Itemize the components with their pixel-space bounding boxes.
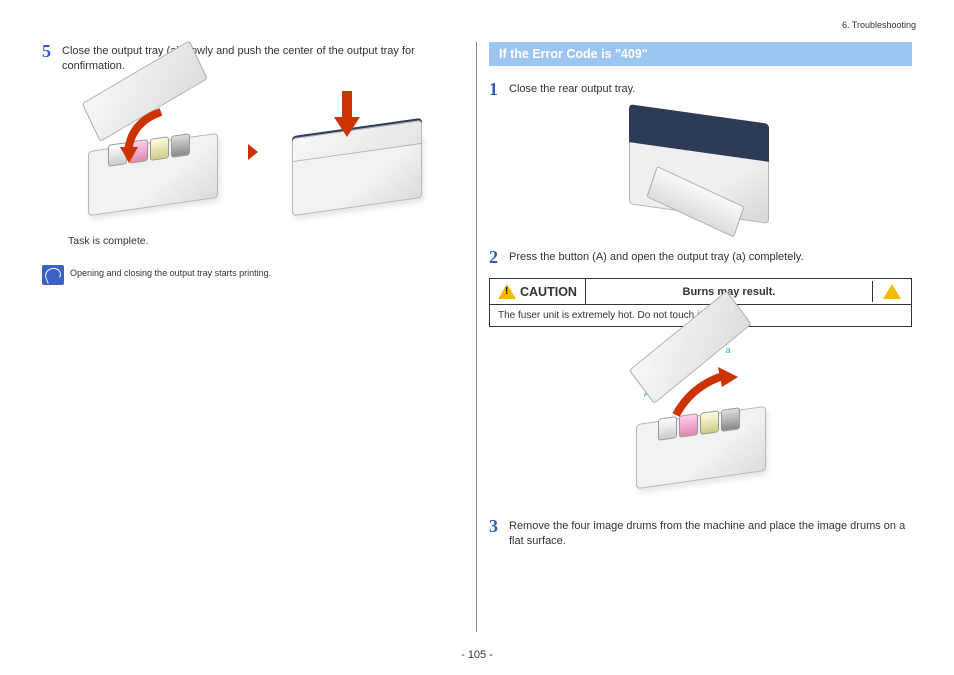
page-number: - 105 - xyxy=(0,649,954,661)
printer-rear-illustration xyxy=(611,106,791,226)
caution-hot-icon-cell xyxy=(872,281,911,302)
figure-step5: a xyxy=(42,87,464,217)
step-number: 5 xyxy=(42,42,62,60)
page-header-section: 6. Troubleshooting xyxy=(842,20,916,30)
sequence-arrow-icon xyxy=(248,144,258,160)
printer-open-illustration: a xyxy=(66,87,236,217)
task-complete-text: Task is complete. xyxy=(68,235,464,247)
printer-open-fully-illustration: a A xyxy=(606,345,796,495)
hot-surface-icon xyxy=(883,284,901,299)
memo-row: Opening and closing the output tray star… xyxy=(42,265,464,285)
step-text: Press the button (A) and open the output… xyxy=(509,248,804,265)
step-number: 1 xyxy=(489,80,509,98)
step-3: 3 Remove the four image drums from the m… xyxy=(489,517,912,550)
left-column: 5 Close the output tray (a) slowly and p… xyxy=(30,42,477,632)
printer-closed-illustration xyxy=(270,87,440,217)
right-column: If the Error Code is "409" 1 Close the r… xyxy=(477,42,924,632)
memo-icon xyxy=(42,265,64,285)
caution-header-row: CAUTION Burns may result. xyxy=(490,279,911,305)
step-1: 1 Close the rear output tray. xyxy=(489,80,912,98)
page-columns: 5 Close the output tray (a) slowly and p… xyxy=(30,42,924,632)
figure-step1 xyxy=(489,106,912,226)
figure-step2: a A xyxy=(489,345,912,495)
memo-text: Opening and closing the output tray star… xyxy=(70,265,271,278)
step-5: 5 Close the output tray (a) slowly and p… xyxy=(42,42,464,75)
callout-label-a: a xyxy=(726,345,731,355)
warning-triangle-icon xyxy=(498,284,516,299)
step-text: Close the rear output tray. xyxy=(509,80,635,97)
caution-label: CAUTION xyxy=(520,285,577,299)
step-text: Remove the four image drums from the mac… xyxy=(509,517,912,550)
step-text: Close the output tray (a) slowly and pus… xyxy=(62,42,464,75)
section-header-409: If the Error Code is "409" xyxy=(489,42,912,66)
step-2: 2 Press the button (A) and open the outp… xyxy=(489,248,912,266)
step-number: 3 xyxy=(489,517,509,535)
caution-label-cell: CAUTION xyxy=(490,279,586,304)
step-number: 2 xyxy=(489,248,509,266)
